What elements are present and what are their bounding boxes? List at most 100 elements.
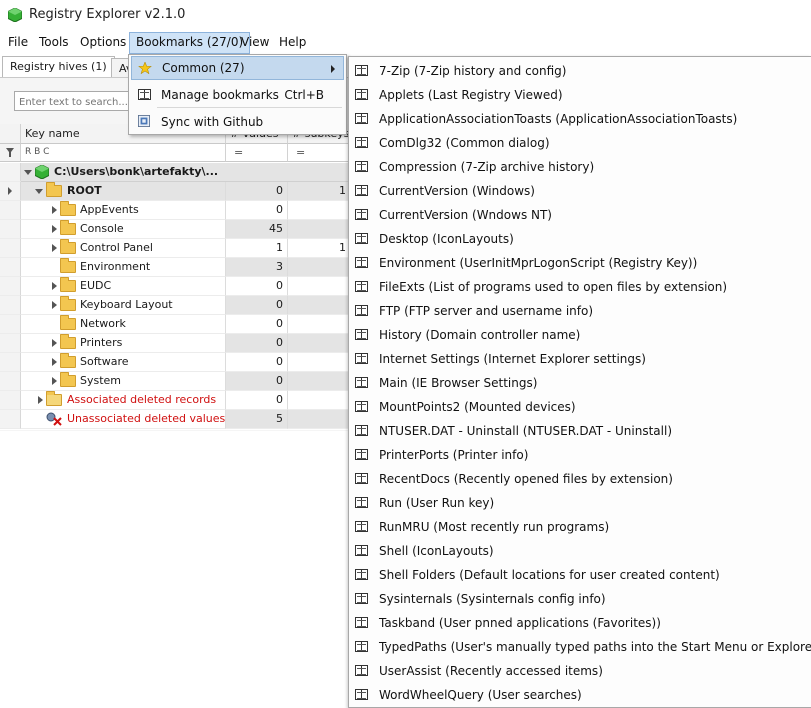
key-name-cell[interactable]: Associated deleted records: [21, 391, 226, 410]
menu-bookmarks[interactable]: Bookmarks (27/0): [129, 32, 251, 54]
expand-arrow-icon[interactable]: [52, 377, 57, 385]
key-name-cell[interactable]: Network: [21, 315, 226, 334]
bookmark-item[interactable]: History (Domain controller name): [349, 323, 809, 347]
menu-file[interactable]: File: [2, 32, 34, 54]
table-row[interactable]: EUDC 0: [0, 277, 350, 296]
filter-key-name[interactable]: R B C: [21, 144, 226, 162]
bookmark-item[interactable]: Environment (UserInitMprLogonScript (Reg…: [349, 251, 809, 275]
expand-arrow-icon[interactable]: [52, 339, 57, 347]
filter-row-indicator: [0, 144, 21, 162]
table-row[interactable]: Control Panel 1 1: [0, 239, 350, 258]
menu-tools[interactable]: Tools: [33, 32, 75, 54]
values-count: 1: [226, 239, 288, 258]
table-row[interactable]: Unassociated deleted values 5: [0, 410, 350, 429]
bookmark-item[interactable]: MountPoints2 (Mounted devices): [349, 395, 809, 419]
bookmark-item[interactable]: UserAssist (Recently accessed items): [349, 659, 809, 683]
key-name-cell[interactable]: Keyboard Layout: [21, 296, 226, 315]
collapse-arrow-icon[interactable]: [35, 189, 43, 194]
bookmark-item[interactable]: Sysinternals (Sysinternals config info): [349, 587, 809, 611]
bookmark-item[interactable]: Applets (Last Registry Viewed): [349, 83, 809, 107]
folder-icon: [60, 372, 76, 387]
menu-item-manage-bookmarks[interactable]: Manage bookmarks Ctrl+B: [131, 83, 344, 107]
bookmark-item[interactable]: 7-Zip (7-Zip history and config): [349, 59, 809, 83]
key-name-cell[interactable]: Printers: [21, 334, 226, 353]
bookmark-item[interactable]: Taskband (User pnned applications (Favor…: [349, 611, 809, 635]
tab-registry-hives[interactable]: Registry hives (1): [2, 56, 115, 78]
key-name-cell[interactable]: System: [21, 372, 226, 391]
table-row[interactable]: Console 45: [0, 220, 350, 239]
expand-arrow-icon[interactable]: [52, 206, 57, 214]
table-row[interactable]: Associated deleted records 0: [0, 391, 350, 410]
table-row[interactable]: System 0: [0, 372, 350, 391]
menu-item-common[interactable]: Common (27): [131, 56, 344, 80]
table-row[interactable]: Software 0: [0, 353, 350, 372]
key-name-cell[interactable]: Environment: [21, 258, 226, 277]
bookmark-item[interactable]: RecentDocs (Recently opened files by ext…: [349, 467, 809, 491]
bookmark-label: NTUSER.DAT - Uninstall (NTUSER.DAT - Uni…: [379, 424, 673, 438]
hive-row[interactable]: C:\Users\bonk\artefakty\...: [0, 163, 350, 182]
bookmark-item[interactable]: Compression (7-Zip archive history): [349, 155, 809, 179]
key-name-cell[interactable]: Console: [21, 220, 226, 239]
menu-item-sync-github[interactable]: Sync with Github: [131, 110, 344, 134]
expand-arrow-icon[interactable]: [52, 301, 57, 309]
table-row[interactable]: Keyboard Layout 0: [0, 296, 350, 315]
filter-values[interactable]: =: [226, 144, 288, 162]
expand-arrow-icon[interactable]: [52, 358, 57, 366]
filter-subkeys[interactable]: =: [288, 144, 350, 162]
subkeys-count: [288, 391, 350, 410]
menu-view[interactable]: View: [235, 32, 275, 54]
bookmark-label: UserAssist (Recently accessed items): [379, 664, 603, 678]
table-row[interactable]: Environment 3: [0, 258, 350, 277]
key-name-cell[interactable]: Unassociated deleted values: [21, 410, 226, 429]
row-indicator: [0, 258, 21, 277]
bookmark-item[interactable]: Shell Folders (Default locations for use…: [349, 563, 809, 587]
book-icon: [355, 401, 368, 412]
table-row[interactable]: ROOT 0 1: [0, 182, 350, 201]
hive-cell[interactable]: C:\Users\bonk\artefakty\...: [21, 163, 350, 182]
bookmark-item[interactable]: FTP (FTP server and username info): [349, 299, 809, 323]
folder-icon: [60, 239, 76, 254]
key-name-cell[interactable]: ROOT: [21, 182, 226, 201]
expand-arrow-icon[interactable]: [52, 225, 57, 233]
menu-options[interactable]: Options: [74, 32, 132, 54]
table-row[interactable]: AppEvents 0: [0, 201, 350, 220]
bookmark-item[interactable]: Desktop (IconLayouts): [349, 227, 809, 251]
bookmark-item[interactable]: ApplicationAssociationToasts (Applicatio…: [349, 107, 809, 131]
table-row[interactable]: Network 0: [0, 315, 350, 334]
key-name-cell[interactable]: Control Panel: [21, 239, 226, 258]
bookmark-item[interactable]: RunMRU (Most recently run programs): [349, 515, 809, 539]
key-name: Console: [80, 222, 124, 235]
expand-arrow-icon[interactable]: [38, 396, 43, 404]
row-indicator: [0, 163, 21, 182]
bookmark-item[interactable]: Shell (IconLayouts): [349, 539, 809, 563]
bookmark-item[interactable]: NTUSER.DAT - Uninstall (NTUSER.DAT - Uni…: [349, 419, 809, 443]
search-input[interactable]: [17, 93, 136, 111]
bookmark-item[interactable]: CurrentVersion (Wndows NT): [349, 203, 809, 227]
expand-arrow-icon[interactable]: [52, 244, 57, 252]
bookmark-label: Environment (UserInitMprLogonScript (Reg…: [379, 256, 698, 270]
bookmark-item[interactable]: ComDlg32 (Common dialog): [349, 131, 809, 155]
bookmark-item[interactable]: PrinterPorts (Printer info): [349, 443, 809, 467]
book-icon: [355, 665, 368, 676]
expand-arrow-icon[interactable]: [52, 282, 57, 290]
bookmark-item[interactable]: Internet Settings (Internet Explorer set…: [349, 347, 809, 371]
subkeys-count: [288, 353, 350, 372]
bookmark-item[interactable]: Run (User Run key): [349, 491, 809, 515]
collapse-arrow-icon[interactable]: [24, 170, 32, 175]
menu-help[interactable]: Help: [273, 32, 312, 54]
key-name-cell[interactable]: AppEvents: [21, 201, 226, 220]
folder-icon: [60, 201, 76, 216]
bookmark-item[interactable]: CurrentVersion (Windows): [349, 179, 809, 203]
bookmark-item[interactable]: Main (IE Browser Settings): [349, 371, 809, 395]
values-count: 0: [226, 315, 288, 334]
table-row[interactable]: Printers 0: [0, 334, 350, 353]
bookmark-item[interactable]: TypedPaths (User's manually typed paths …: [349, 635, 811, 659]
bookmark-label: History (Domain controller name): [379, 328, 581, 342]
key-name-cell[interactable]: EUDC: [21, 277, 226, 296]
values-count: 0: [226, 334, 288, 353]
bookmark-item[interactable]: FileExts (List of programs used to open …: [349, 275, 809, 299]
book-icon: [355, 425, 368, 436]
key-name-cell[interactable]: Software: [21, 353, 226, 372]
bookmark-item[interactable]: WordWheelQuery (User searches): [349, 683, 809, 707]
search-box[interactable]: [14, 91, 136, 111]
